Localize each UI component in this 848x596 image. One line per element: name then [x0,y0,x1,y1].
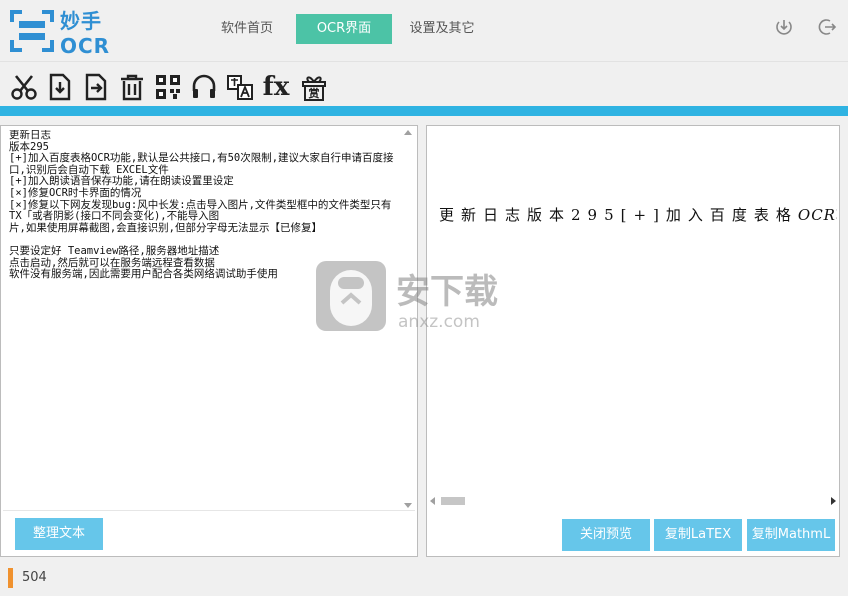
logout-icon[interactable] [817,17,837,37]
accent-divider [0,106,848,116]
tab-home[interactable]: 软件首页 [206,14,288,44]
translate-icon[interactable] [225,72,255,102]
status-bar: 504 [0,566,848,596]
preview-pane: 更新日志版本295[+]加入百度表格OCR功 关闭预览 复制LaTEX 复制Ma… [426,125,840,557]
watermark-text: 安下载 [396,272,498,312]
formula-preview: 更新日志版本295[+]加入百度表格OCR功 [439,204,837,225]
scroll-right-arrow[interactable] [831,497,836,505]
screenshot-icon[interactable] [9,72,39,102]
watermark: 安下载 anxz.com [316,255,536,335]
app-header: 妙手OCR 软件首页 OCR界面 设置及其它 [0,0,848,62]
reward-label: 赏 [309,86,320,100]
preview-text: 更新日志版本295[+]加入百度表格 [439,206,798,224]
scroll-down-arrow[interactable] [404,503,412,508]
text-area-bottom-border [3,510,415,511]
download-icon[interactable] [774,17,794,37]
scan-logo-icon [10,10,54,52]
horizontal-scrollbar[interactable] [429,494,839,508]
headphones-icon[interactable] [189,72,219,102]
app-logo: 妙手OCR [10,8,150,58]
delete-icon[interactable] [117,72,147,102]
tab-settings[interactable]: 设置及其它 [400,14,484,44]
format-text-button[interactable]: 整理文本 [15,518,103,550]
scroll-left-arrow[interactable] [430,497,435,505]
scroll-up-arrow[interactable] [404,130,412,135]
export-icon[interactable] [81,72,111,102]
app-title: 妙手OCR [60,8,111,58]
scroll-thumb[interactable] [441,497,465,505]
copy-latex-button[interactable]: 复制LaTEX [654,519,742,551]
copy-mathml-button[interactable]: 复制MathmL [747,519,835,551]
toolbar: fx 赏 [0,66,848,106]
formula-icon[interactable]: fx [259,72,293,102]
import-icon[interactable] [45,72,75,102]
preview-tail: 功 [836,206,837,224]
watermark-domain: anxz.com [398,312,480,332]
character-count: 504 [22,570,47,585]
source-text-pane: 更新日志 版本295 [+]加入百度表格OCR功能,默认是公共接口,有50次限制… [0,125,418,557]
tab-ocr[interactable]: OCR界面 [296,14,392,44]
qrcode-icon[interactable] [153,72,183,102]
preview-italic: OCR [797,206,836,224]
close-preview-button[interactable]: 关闭预览 [562,519,650,551]
status-indicator [8,568,13,588]
reward-icon[interactable]: 赏 [299,72,329,102]
